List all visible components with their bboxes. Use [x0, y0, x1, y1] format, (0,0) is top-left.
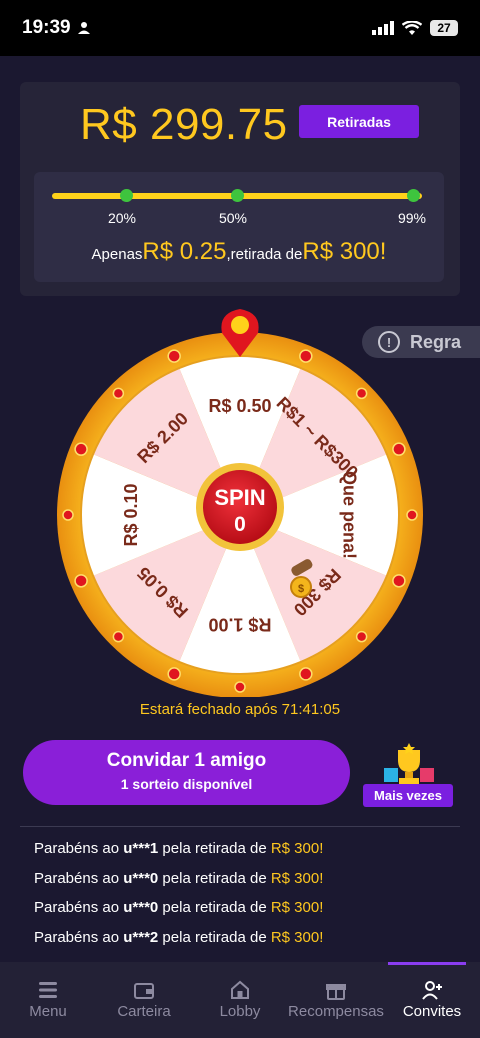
- progress-label-50: 50%: [218, 210, 248, 226]
- more-times-button[interactable]: Mais vezes: [363, 784, 453, 807]
- spin-count: 0: [234, 513, 246, 536]
- winner-middle: pela retirada de: [158, 899, 271, 916]
- winner-prefix: Parabéns ao: [34, 840, 124, 857]
- balance-amount: R$ 299.75: [80, 100, 288, 149]
- winner-suffix: !: [319, 840, 324, 857]
- winner-user: u***1: [123, 840, 159, 857]
- winner-amount: R$ 300: [270, 840, 320, 857]
- trophy-icon: [384, 743, 434, 784]
- winner-middle: pela retirada de: [158, 840, 271, 857]
- progress-card: 20% 50% 99% ApenasR$ 0.25,retirada deR$ …: [34, 172, 444, 282]
- active-tab-indicator: [388, 962, 466, 965]
- list-item: Parabéns ao u***0 pela retirada de R$ 30…: [34, 870, 323, 900]
- tab-wallet[interactable]: Carteira: [96, 962, 192, 1038]
- home-icon: [231, 980, 249, 999]
- winner-prefix: Parabéns ao: [34, 928, 124, 946]
- winner-amount: R$ 300: [270, 928, 320, 946]
- list-item: Parabéns ao u***0 pela retirada de R$ 30…: [34, 899, 323, 929]
- spin-label: SPIN: [214, 485, 265, 510]
- rim-bulb: [392, 574, 406, 588]
- rim-bulb: [234, 681, 246, 693]
- time-text: 19:39: [22, 17, 71, 38]
- gift-icon: [326, 984, 346, 1000]
- divider: [20, 826, 460, 827]
- winner-amount: R$ 300: [270, 869, 320, 887]
- list-item: Parabéns ao u***2 pela retirada de R$ 30…: [34, 929, 323, 959]
- tab-rewards[interactable]: Recompensas: [288, 962, 384, 1038]
- list-item: Parabéns ao u***1 pela retirada de R$ 30…: [34, 840, 323, 870]
- winner-suffix: !: [319, 899, 324, 916]
- note-suffix: !: [379, 238, 387, 265]
- winner-suffix: !: [319, 928, 324, 946]
- tab-invites[interactable]: Convites: [384, 962, 480, 1038]
- invite-title: Convidar 1 amigo: [106, 750, 267, 771]
- tab-label: Recompensas: [288, 1003, 384, 1020]
- status-bar: 19:39 27: [0, 0, 480, 56]
- rim-bulb: [167, 349, 181, 363]
- winner-prefix: Parabéns ao: [34, 869, 124, 887]
- rim-bulb: [355, 630, 368, 643]
- wifi-icon: [402, 20, 422, 35]
- rim-bulb: [406, 509, 418, 521]
- tab-menu[interactable]: Menu: [0, 962, 96, 1038]
- battery-indicator: 27: [430, 20, 458, 36]
- rim-bulb: [299, 667, 313, 681]
- signal-icon: [372, 21, 394, 35]
- progress-dot-99: [406, 189, 420, 202]
- note-target: R$ 300: [302, 238, 380, 265]
- rim-bulb: [392, 442, 406, 456]
- balance-card: R$ 299.75 Retiradas 20% 50% 99% ApenasR$…: [20, 82, 460, 296]
- rim-bulb: [74, 574, 88, 588]
- winner-prefix: Parabéns ao: [34, 899, 124, 916]
- progress-label-99: 99%: [397, 210, 427, 226]
- wheel-segment-label: R$ 0.50: [208, 396, 271, 416]
- rim-bulb: [112, 387, 125, 400]
- winner-amount: R$ 300: [270, 899, 320, 916]
- svg-text:$: $: [298, 583, 304, 595]
- menu-icon: [39, 982, 57, 998]
- tab-label: Menu: [29, 1003, 67, 1020]
- progress-label-20: 20%: [107, 210, 137, 226]
- tab-label: Lobby: [219, 1003, 261, 1020]
- winner-user: u***2: [123, 928, 159, 946]
- wheel-segment-label: R$ 1.00: [208, 614, 271, 634]
- winner-middle: pela retirada de: [158, 928, 271, 946]
- winner-suffix: !: [319, 869, 324, 887]
- progress-track: [52, 189, 422, 202]
- progress-dot-20: [120, 189, 133, 202]
- note-remaining: R$ 0.25: [142, 238, 227, 265]
- bottom-tab-bar: Menu Carteira Lobby Recompensas Convites: [0, 962, 480, 1038]
- winner-user: u***0: [123, 899, 159, 916]
- status-right: 27: [372, 20, 458, 36]
- countdown-timer: Estará fechado após 71:41:05: [139, 701, 341, 718]
- withdraw-note: ApenasR$ 0.25,retirada deR$ 300!: [34, 238, 444, 266]
- prize-wheel: R$ 0.50 R$1 ~ R$300 Que pena! R$ 300 R$ 1.00…: [55, 305, 425, 698]
- wheel-segment-label: R$ 0.10: [121, 483, 141, 546]
- winner-user: u***0: [123, 869, 159, 887]
- note-prefix: Apenas: [91, 246, 143, 263]
- wallet-icon: [134, 983, 154, 999]
- progress-dot-50: [231, 189, 244, 202]
- rim-bulb: [112, 630, 125, 643]
- winner-middle: pela retirada de: [158, 869, 271, 887]
- tab-label: Carteira: [117, 1003, 171, 1020]
- rim-bulb: [355, 387, 368, 400]
- rim-bulb: [299, 349, 313, 363]
- invite-subtitle: 1 sorteio disponível: [120, 776, 253, 792]
- wheel-graphic: R$ 0.50 R$1 ~ R$300Que pena!R$ 300R$ 1.00…: [57, 309, 423, 698]
- rim-bulb: [167, 667, 181, 681]
- tab-lobby[interactable]: Lobby: [192, 962, 288, 1038]
- add-user-icon: [422, 981, 442, 1000]
- note-middle: ,retirada de: [226, 246, 303, 263]
- invite-friend-button[interactable]: Convidar 1 amigo 1 sorteio disponível: [23, 740, 350, 805]
- status-time: 19:39: [22, 17, 91, 39]
- withdraw-button[interactable]: Retiradas: [299, 105, 419, 138]
- person-icon: [77, 22, 90, 34]
- tab-label: Convites: [402, 1003, 462, 1020]
- winners-list: Parabéns ao u***1 pela retirada de R$ 30…: [34, 840, 323, 958]
- rim-bulb: [62, 509, 74, 521]
- rim-bulb: [74, 442, 88, 456]
- wheel-segment-label: Que pena!: [339, 471, 359, 559]
